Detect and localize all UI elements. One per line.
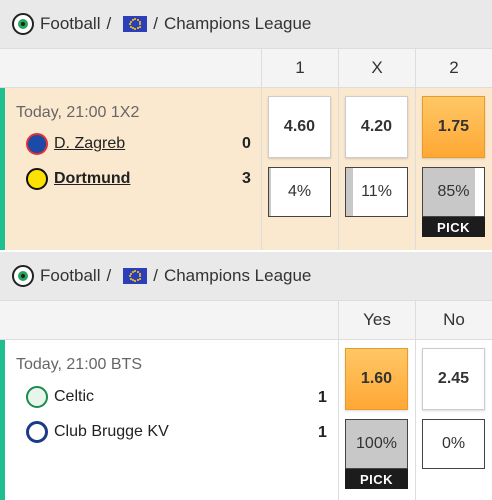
event-row[interactable]: Today, 21:00 1X2 D. Zagreb 0 Dortmund 3 … <box>0 88 492 250</box>
percentage-bar-no: 0% <box>422 419 485 469</box>
eu-flag-icon <box>123 16 148 32</box>
column-header-2: 2 <box>415 49 492 87</box>
breadcrumb-separator: / <box>153 14 158 33</box>
market-header: Yes No <box>0 300 492 340</box>
percentage-bar-2: 85% <box>422 167 485 217</box>
team-name[interactable]: Dortmund <box>54 170 130 188</box>
team-name[interactable]: Club Brugge KV <box>54 423 169 441</box>
breadcrumb-competition[interactable]: Champions League <box>164 266 311 286</box>
event-accent-bar <box>0 88 5 250</box>
breadcrumb-separator: / <box>153 266 158 285</box>
football-icon <box>12 13 34 35</box>
team-name[interactable]: Celtic <box>54 388 94 406</box>
column-header-x: X <box>338 49 415 87</box>
event-time: Today, 21:00 1X2 <box>16 104 140 121</box>
club-brugge-crest-icon <box>26 421 48 443</box>
home-team[interactable]: D. Zagreb <box>26 133 125 155</box>
breadcrumb-sport[interactable]: Football <box>40 14 100 34</box>
percentage-bar-x: 11% <box>345 167 408 217</box>
away-team[interactable]: Club Brugge KV <box>26 421 169 443</box>
away-score: 3 <box>242 170 251 187</box>
breadcrumb: Football / / Champions League <box>0 252 492 300</box>
column-header-no: No <box>415 301 492 339</box>
event-accent-bar <box>0 340 5 500</box>
percentage-fill <box>346 168 353 216</box>
home-team[interactable]: Celtic <box>26 386 94 408</box>
breadcrumb-separator: / <box>106 266 112 285</box>
dortmund-crest-icon <box>26 168 48 190</box>
dinamo-zagreb-crest-icon <box>26 133 48 155</box>
odd-button-1[interactable]: 4.60 <box>268 96 331 158</box>
odd-button-2[interactable]: 1.75 <box>422 96 485 158</box>
breadcrumb-competition[interactable]: Champions League <box>164 14 311 34</box>
team-name[interactable]: D. Zagreb <box>54 135 125 153</box>
event-time: Today, 21:00 BTS <box>16 356 142 373</box>
home-score: 0 <box>242 135 251 152</box>
odd-button-x[interactable]: 4.20 <box>345 96 408 158</box>
celtic-crest-icon <box>26 386 48 408</box>
odd-button-no[interactable]: 2.45 <box>422 348 485 410</box>
breadcrumb-separator: / <box>106 14 112 33</box>
odd-button-yes[interactable]: 1.60 <box>345 348 408 410</box>
percentage-bar-1: 4% <box>268 167 331 217</box>
pick-badge: PICK <box>345 469 408 489</box>
market-header: 1 X 2 <box>0 48 492 88</box>
percentage-fill <box>269 168 272 216</box>
eu-flag-icon <box>123 268 148 284</box>
column-header-yes: Yes <box>338 301 415 339</box>
column-header-1: 1 <box>261 49 338 87</box>
pick-badge: PICK <box>422 217 485 237</box>
away-team[interactable]: Dortmund <box>26 168 130 190</box>
football-icon <box>12 265 34 287</box>
event-row[interactable]: Today, 21:00 BTS Celtic 1 Club Brugge KV… <box>0 340 492 500</box>
breadcrumb: Football / / Champions League <box>0 0 492 48</box>
breadcrumb-sport[interactable]: Football <box>40 266 100 286</box>
percentage-bar-yes: 100% <box>345 419 408 469</box>
